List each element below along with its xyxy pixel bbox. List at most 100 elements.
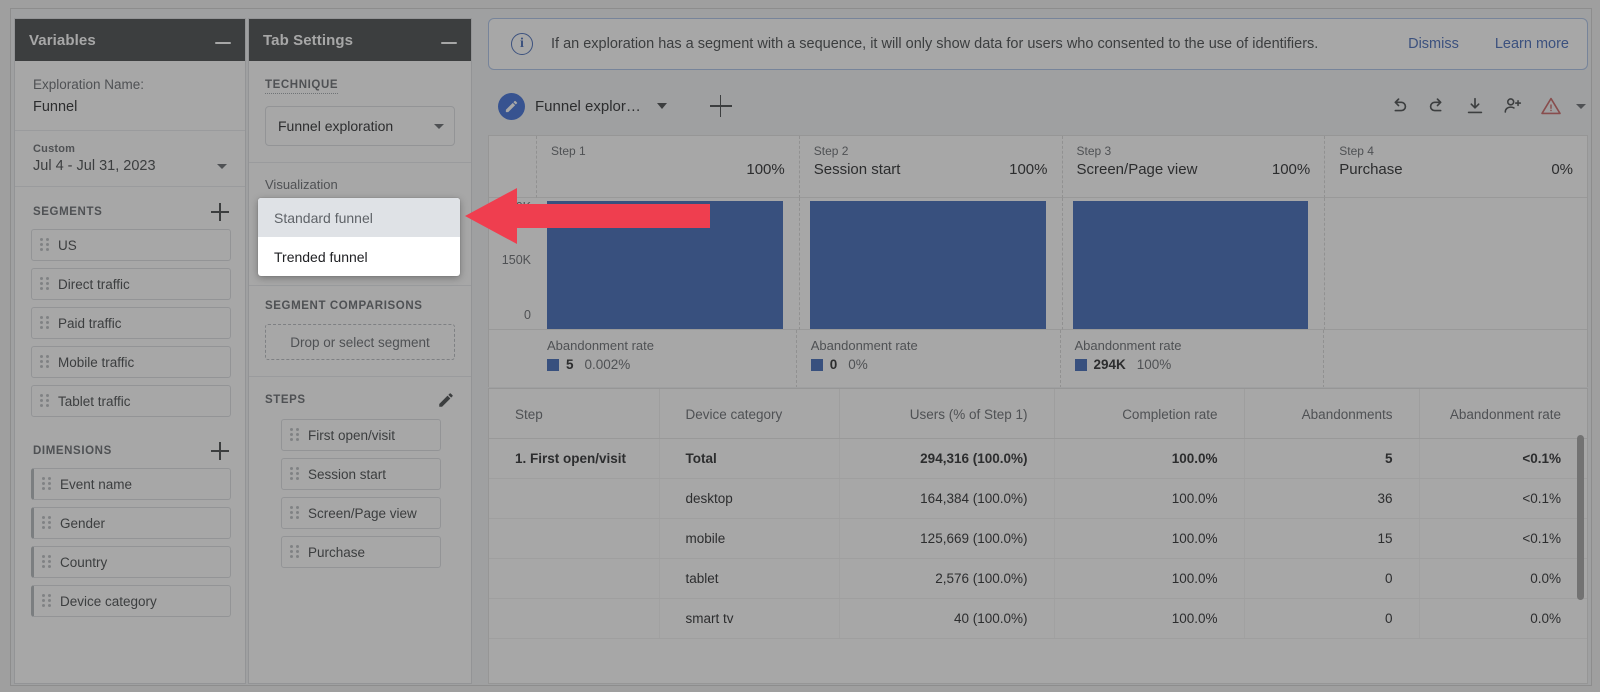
- table-row[interactable]: smart tv 40 (100.0%) 100.0% 0 0.0%: [489, 598, 1587, 639]
- segment-chip-direct-traffic[interactable]: Direct traffic: [31, 268, 231, 300]
- table-row[interactable]: 1. First open/visit Total 294,316 (100.0%)…: [489, 438, 1587, 479]
- undo-button[interactable]: [1380, 87, 1418, 125]
- download-button[interactable]: [1456, 87, 1494, 125]
- y-tick-label: 0: [524, 308, 531, 322]
- legend-column-3: Abandonment rate 294K 100%: [1061, 330, 1325, 387]
- chip-label: Paid traffic: [58, 315, 122, 331]
- cell-abandonment-rate: <0.1%: [1419, 438, 1587, 479]
- cell-device-category: mobile: [659, 518, 840, 559]
- legend-title: Abandonment rate: [1074, 338, 1182, 353]
- legend-value: 294K: [1093, 357, 1126, 372]
- drag-handle-icon[interactable]: [42, 594, 52, 608]
- table-body: 1. First open/visit Total 294,316 (100.0%)…: [489, 438, 1587, 639]
- segment-chip-tablet-traffic[interactable]: Tablet traffic: [31, 385, 231, 417]
- col-header-step[interactable]: Step: [489, 389, 660, 439]
- drag-handle-icon[interactable]: [290, 506, 300, 520]
- segment-chip-mobile-traffic[interactable]: Mobile traffic: [31, 346, 231, 378]
- col-header-device-category[interactable]: Device category: [659, 389, 840, 439]
- segment-chip-us[interactable]: US: [31, 229, 231, 261]
- date-range-selector[interactable]: Custom Jul 4 - Jul 31, 2023: [15, 131, 245, 187]
- drag-handle-icon[interactable]: [42, 555, 52, 569]
- drag-handle-icon[interactable]: [40, 277, 50, 291]
- chip-label: Event name: [60, 476, 133, 492]
- add-tab-button[interactable]: [699, 84, 743, 128]
- legend-percent: 0.002%: [584, 357, 631, 372]
- legend-swatch-icon: [547, 358, 559, 371]
- minimize-icon[interactable]: [215, 42, 231, 44]
- drag-handle-icon[interactable]: [290, 428, 300, 442]
- dimension-chip-event-name[interactable]: Event name: [31, 468, 231, 500]
- visualization-label: Visualization: [265, 177, 338, 192]
- drag-handle-icon[interactable]: [40, 316, 50, 330]
- technique-select[interactable]: Funnel exploration: [265, 106, 455, 146]
- drag-handle-icon[interactable]: [40, 394, 50, 408]
- table-header-row: Step Device category Users (% of Step 1)…: [489, 389, 1587, 439]
- funnel-bar-2[interactable]: [809, 200, 1046, 329]
- tab-funnel-exploration[interactable]: Funnel explor…: [488, 84, 681, 128]
- drag-handle-icon[interactable]: [290, 545, 300, 559]
- add-dimension-icon[interactable]: [211, 442, 229, 460]
- cell-step: [489, 478, 660, 519]
- technique-select-value: Funnel exploration: [278, 118, 394, 134]
- dismiss-button[interactable]: Dismiss: [1408, 36, 1459, 52]
- chip-label: Screen/Page view: [308, 505, 417, 521]
- learn-more-link[interactable]: Learn more: [1495, 36, 1569, 52]
- step-chip-purchase[interactable]: Purchase: [281, 536, 441, 568]
- col-header-abandonments[interactable]: Abandonments: [1244, 389, 1420, 439]
- bar-column-2[interactable]: [799, 198, 1063, 330]
- col-header-abandonment-rate[interactable]: Abandonment rate: [1419, 389, 1587, 439]
- cell-step: [489, 558, 660, 599]
- step-completion-pct: 100%: [1009, 161, 1048, 178]
- add-segment-icon[interactable]: [211, 203, 229, 221]
- cell-users: 125,669 (100.0%): [839, 518, 1055, 559]
- step-chip-session-start[interactable]: Session start: [281, 458, 441, 490]
- chip-label: Purchase: [308, 544, 366, 560]
- variables-panel: Variables Exploration Name: Funnel Custo…: [14, 18, 246, 684]
- chip-label: First open/visit: [308, 427, 396, 443]
- step-index-label: Step 3: [1076, 144, 1112, 158]
- exploration-name-block: Exploration Name: Funnel: [15, 61, 245, 131]
- cell-completion-rate: 100.0%: [1054, 558, 1245, 599]
- table-row[interactable]: tablet 2,576 (100.0%) 100.0% 0 0.0%: [489, 558, 1587, 599]
- segments-section-header: SEGMENTS: [15, 187, 245, 229]
- viz-option-trended-funnel[interactable]: Trended funnel: [258, 237, 460, 276]
- y-tick-label: 150K: [501, 253, 531, 267]
- exploration-name-value[interactable]: Funnel: [33, 96, 227, 118]
- step-chip-first-open-visit[interactable]: First open/visit: [281, 419, 441, 451]
- drag-handle-icon[interactable]: [40, 238, 50, 252]
- col-header-users[interactable]: Users (% of Step 1): [839, 389, 1055, 439]
- pencil-icon[interactable]: [437, 391, 455, 409]
- viz-option-standard-funnel[interactable]: Standard funnel: [258, 198, 460, 237]
- step-header-2: Step 2 Session start 100%: [799, 136, 1063, 198]
- minimize-icon[interactable]: [441, 42, 457, 44]
- share-person-add-button[interactable]: [1494, 87, 1532, 125]
- funnel-bar-3[interactable]: [1072, 200, 1309, 329]
- chevron-down-icon[interactable]: [656, 103, 667, 109]
- annotation-arrow-icon: [455, 186, 715, 251]
- drag-handle-icon[interactable]: [42, 516, 52, 530]
- drag-handle-icon[interactable]: [290, 467, 300, 481]
- col-header-completion-rate[interactable]: Completion rate: [1054, 389, 1245, 439]
- segment-drop-zone[interactable]: Drop or select segment: [265, 324, 455, 360]
- dimension-chip-gender[interactable]: Gender: [31, 507, 231, 539]
- dimension-chip-device-category[interactable]: Device category: [31, 585, 231, 617]
- visualization-dropdown-menu: Standard funnel Trended funnel: [258, 198, 460, 276]
- chevron-down-icon[interactable]: [1576, 103, 1586, 109]
- exploration-name-label: Exploration Name:: [33, 77, 145, 92]
- bar-column-3[interactable]: [1062, 198, 1326, 330]
- warning-triangle-button[interactable]: [1532, 87, 1570, 125]
- bar-column-4[interactable]: [1325, 198, 1587, 330]
- segment-comparisons-section: SEGMENT COMPARISONS Drop or select segme…: [249, 286, 471, 377]
- dimension-chip-country[interactable]: Country: [31, 546, 231, 578]
- cell-step: 1. First open/visit: [489, 438, 660, 479]
- table-row[interactable]: mobile 125,669 (100.0%) 100.0% 15 <0.1%: [489, 518, 1587, 559]
- step-chip-screen-page-view[interactable]: Screen/Page view: [281, 497, 441, 529]
- chevron-down-icon[interactable]: [217, 164, 227, 169]
- legend-title: Abandonment rate: [547, 338, 654, 353]
- drag-handle-icon[interactable]: [42, 477, 52, 491]
- table-row[interactable]: desktop 164,384 (100.0%) 100.0% 36 <0.1%: [489, 478, 1587, 519]
- segment-chip-paid-traffic[interactable]: Paid traffic: [31, 307, 231, 339]
- redo-button[interactable]: [1418, 87, 1456, 125]
- drag-handle-icon[interactable]: [40, 355, 50, 369]
- table-scrollbar[interactable]: [1577, 435, 1584, 600]
